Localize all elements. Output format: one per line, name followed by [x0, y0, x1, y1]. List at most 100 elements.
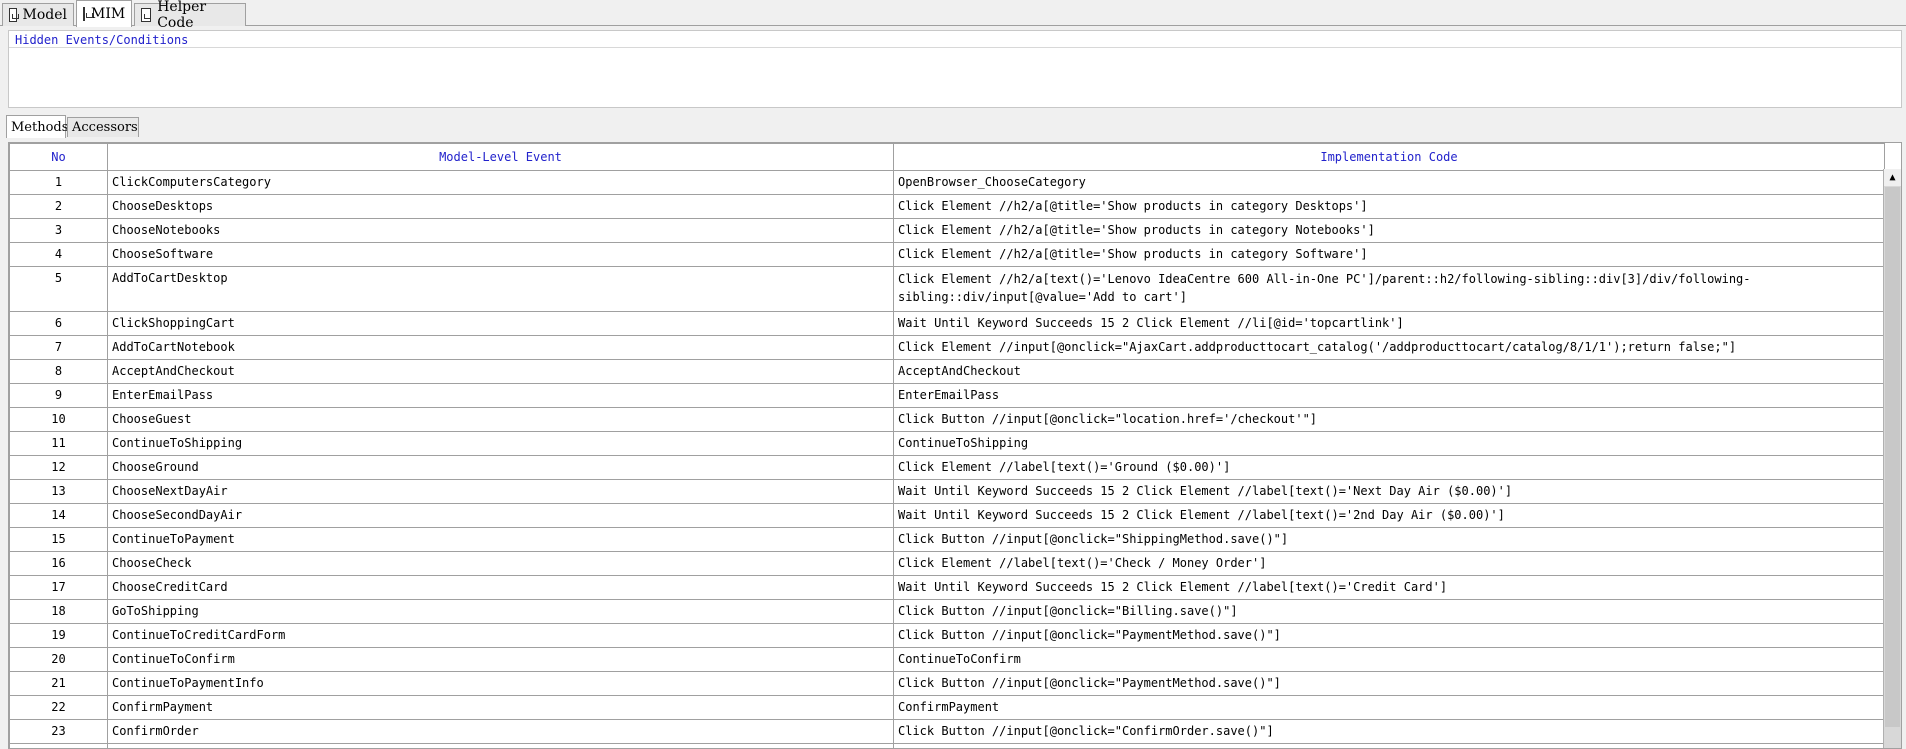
code-cell[interactable]: Click Element //h2/a[@title='Show produc… — [893, 218, 1885, 243]
code-cell[interactable]: Click Element //h2/a[text()='Lenovo Idea… — [893, 266, 1885, 312]
row-number-cell[interactable]: 3 — [9, 218, 108, 243]
row-number-cell[interactable]: 9 — [9, 383, 108, 408]
row-number-cell[interactable]: 16 — [9, 551, 108, 576]
table-row[interactable]: 18 GoToShipping Click Button //input[@oncl… — [9, 599, 1885, 624]
event-cell[interactable]: ClickComputersCategory — [107, 170, 894, 195]
row-number-cell[interactable]: 5 — [9, 266, 108, 312]
code-cell[interactable]: Click Element //h2/a[@title='Show produc… — [893, 194, 1885, 219]
code-cell[interactable]: EnterEmailPass — [893, 383, 1885, 408]
table-row[interactable]: 1 ClickComputersCategory OpenBrowser_Choos… — [9, 170, 1885, 195]
row-number-cell[interactable]: 15 — [9, 527, 108, 552]
event-cell[interactable]: ChooseDesktops — [107, 194, 894, 219]
row-number-cell[interactable]: 10 — [9, 407, 108, 432]
table-row[interactable]: 14 ChooseSecondDayAir Wait Until Keyword S… — [9, 503, 1885, 528]
vertical-scrollbar[interactable]: ▲ — [1883, 169, 1901, 748]
event-cell[interactable]: ContinueToShipping — [107, 431, 894, 456]
code-cell[interactable]: Wait Until Keyword Succeeds 15 2 Click E… — [893, 575, 1885, 600]
code-cell[interactable]: Click Button //input[@onclick="PaymentMe… — [893, 623, 1885, 648]
code-cell[interactable]: ContinueToConfirm — [893, 647, 1885, 672]
code-cell[interactable]: Click Button //input[@onclick="location.… — [893, 407, 1885, 432]
row-number-cell[interactable]: 13 — [9, 479, 108, 504]
table-row[interactable]: 19 ContinueToCreditCardForm Click Button /… — [9, 623, 1885, 648]
event-cell[interactable]: ChooseGuest — [107, 407, 894, 432]
row-number-cell[interactable]: 22 — [9, 695, 108, 720]
event-cell[interactable]: ConfirmOrder — [107, 719, 894, 744]
table-row[interactable]: 8 AcceptAndCheckout AcceptAndCheckout — [9, 359, 1885, 384]
row-number-cell[interactable]: 19 — [9, 623, 108, 648]
table-row[interactable]: 2 ChooseDesktops Click Element //h2/a[@tit… — [9, 194, 1885, 219]
code-cell[interactable]: Click Button //input[@onclick="ShippingM… — [893, 527, 1885, 552]
tab-helper-code[interactable]: Helper Code — [134, 0, 246, 31]
event-cell[interactable] — [107, 743, 894, 748]
row-number-cell[interactable]: 1 — [9, 170, 108, 195]
event-cell[interactable]: AddToCartNotebook — [107, 335, 894, 360]
event-cell[interactable]: AddToCartDesktop — [107, 266, 894, 312]
table-row[interactable]: 16 ChooseCheck Click Element //label[text(… — [9, 551, 1885, 576]
code-cell[interactable]: Click Button //input[@onclick="Billing.s… — [893, 599, 1885, 624]
row-number-cell[interactable]: 11 — [9, 431, 108, 456]
row-number-cell[interactable]: 23 — [9, 719, 108, 744]
code-cell[interactable]: ContinueToShipping — [893, 431, 1885, 456]
table-row[interactable]: 4 ChooseSoftware Click Element //h2/a[@tit… — [9, 242, 1885, 267]
column-header-code[interactable]: Implementation Code — [893, 143, 1885, 171]
event-cell[interactable]: ChooseSecondDayAir — [107, 503, 894, 528]
hidden-events-editor[interactable] — [9, 47, 1901, 107]
row-number-cell[interactable]: 12 — [9, 455, 108, 480]
event-cell[interactable]: ConfirmPayment — [107, 695, 894, 720]
table-row[interactable]: 5 AddToCartDesktop Click Element //h2/a[te… — [9, 266, 1885, 312]
event-cell[interactable]: GoToShipping — [107, 599, 894, 624]
table-row[interactable]: 9 EnterEmailPass EnterEmailPass — [9, 383, 1885, 408]
event-cell[interactable]: EnterEmailPass — [107, 383, 894, 408]
code-cell[interactable]: Wait Until Keyword Succeeds 15 2 Click E… — [893, 311, 1885, 336]
row-number-cell[interactable]: 20 — [9, 647, 108, 672]
event-cell[interactable]: ClickShoppingCart — [107, 311, 894, 336]
event-cell[interactable]: ChooseNotebooks — [107, 218, 894, 243]
event-cell[interactable]: ChooseGround — [107, 455, 894, 480]
table-row[interactable]: 12 ChooseGround Click Element //label[text… — [9, 455, 1885, 480]
event-cell[interactable]: ContinueToPaymentInfo — [107, 671, 894, 696]
table-row[interactable]: 3 ChooseNotebooks Click Element //h2/a[@ti… — [9, 218, 1885, 243]
table-row[interactable]: 22 ConfirmPayment ConfirmPayment — [9, 695, 1885, 720]
code-cell[interactable]: AcceptAndCheckout — [893, 359, 1885, 384]
table-row[interactable]: 17 ChooseCreditCard Wait Until Keyword Suc… — [9, 575, 1885, 600]
table-row[interactable]: 23 ConfirmOrder Click Button //input[@oncl… — [9, 719, 1885, 744]
scroll-thumb[interactable] — [1885, 187, 1900, 727]
table-row[interactable]: 13 ChooseNextDayAir Wait Until Keyword Suc… — [9, 479, 1885, 504]
tab-model[interactable]: Model — [2, 3, 74, 26]
code-cell[interactable] — [893, 743, 1885, 748]
table-row[interactable]: 15 ContinueToPayment Click Button //input[… — [9, 527, 1885, 552]
row-number-cell[interactable]: 21 — [9, 671, 108, 696]
table-row[interactable]: 7 AddToCartNotebook Click Element //input[… — [9, 335, 1885, 360]
code-cell[interactable]: Click Element //input[@onclick="AjaxCart… — [893, 335, 1885, 360]
table-row[interactable]: 20 ContinueToConfirm ContinueToConfirm — [9, 647, 1885, 672]
code-cell[interactable]: ConfirmPayment — [893, 695, 1885, 720]
arrow-up-icon[interactable]: ▲ — [1884, 169, 1901, 186]
tab-methods[interactable]: Methods — [6, 115, 68, 138]
row-number-cell[interactable]: 6 — [9, 311, 108, 336]
row-number-cell[interactable]: 18 — [9, 599, 108, 624]
table-row[interactable]: 11 ContinueToShipping ContinueToShipping — [9, 431, 1885, 456]
code-cell[interactable]: OpenBrowser_ChooseCategory — [893, 170, 1885, 195]
event-cell[interactable]: ContinueToCreditCardForm — [107, 623, 894, 648]
code-cell[interactable]: Click Element //label[text()='Ground ($0… — [893, 455, 1885, 480]
code-cell[interactable]: Click Element //h2/a[@title='Show produc… — [893, 242, 1885, 267]
table-row[interactable]: 6 ClickShoppingCart Wait Until Keyword Suc… — [9, 311, 1885, 336]
table-row[interactable]: 24 — [9, 743, 1885, 748]
table-row[interactable]: 21 ContinueToPaymentInfo Click Button //in… — [9, 671, 1885, 696]
row-number-cell[interactable]: 2 — [9, 194, 108, 219]
event-cell[interactable]: ContinueToConfirm — [107, 647, 894, 672]
code-cell[interactable]: Click Button //input[@onclick="ConfirmOr… — [893, 719, 1885, 744]
event-cell[interactable]: ChooseCreditCard — [107, 575, 894, 600]
code-cell[interactable]: Wait Until Keyword Succeeds 15 2 Click E… — [893, 503, 1885, 528]
table-row[interactable]: 10 ChooseGuest Click Button //input[@oncli… — [9, 407, 1885, 432]
event-cell[interactable]: ContinueToPayment — [107, 527, 894, 552]
tab-accessors[interactable]: Accessors — [67, 117, 139, 137]
tab-mim[interactable]: MIM — [76, 0, 132, 27]
event-cell[interactable]: ChooseNextDayAir — [107, 479, 894, 504]
row-number-cell[interactable]: 17 — [9, 575, 108, 600]
column-header-no[interactable]: No — [9, 143, 108, 171]
row-number-cell[interactable]: 4 — [9, 242, 108, 267]
row-number-cell[interactable]: 8 — [9, 359, 108, 384]
event-cell[interactable]: ChooseSoftware — [107, 242, 894, 267]
event-cell[interactable]: AcceptAndCheckout — [107, 359, 894, 384]
